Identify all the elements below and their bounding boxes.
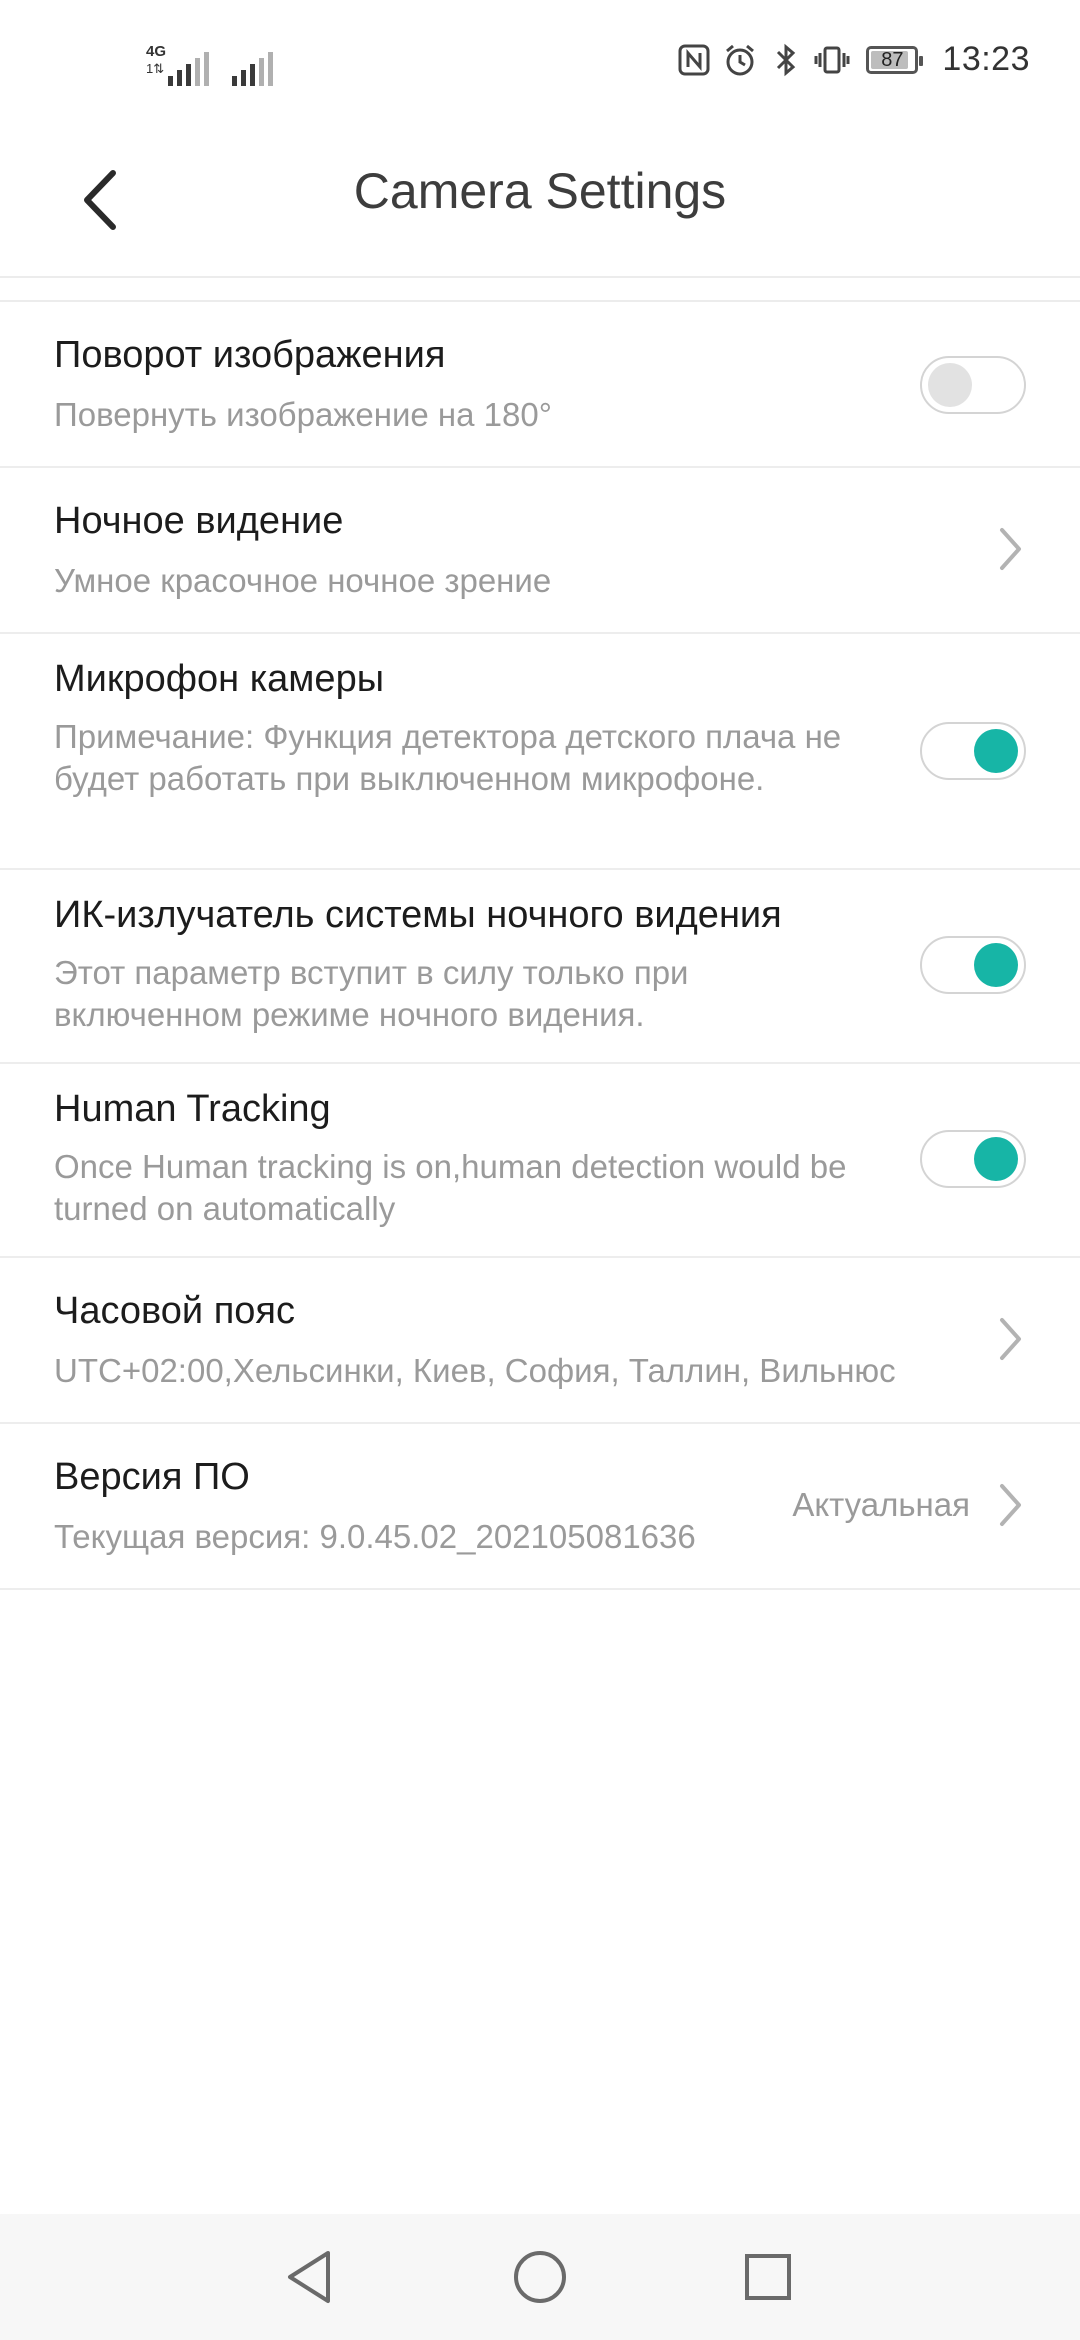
human-tracking-toggle[interactable] (920, 1130, 1026, 1188)
chevron-right-icon (992, 524, 1028, 574)
setting-firmware[interactable]: Версия ПО Текущая версия: 9.0.45.02_2021… (0, 1424, 1080, 1590)
image-rotation-toggle[interactable] (920, 356, 1026, 414)
header-divider (0, 276, 1080, 278)
setting-subtitle: Примечание: Функция детектора детского п… (54, 718, 842, 797)
data-activity-label: 1⇅ (146, 61, 165, 76)
toggle-knob (974, 1137, 1018, 1181)
toggle-knob (928, 363, 972, 407)
setting-image-rotation[interactable]: Поворот изображения Повернуть изображени… (0, 302, 1080, 468)
setting-title: Поворот изображения (54, 334, 446, 376)
system-nav-bar (0, 2214, 1080, 2340)
alarm-icon (722, 42, 758, 78)
sim1-signal: 4G 1⇅ (146, 43, 209, 86)
vibrate-icon (814, 42, 850, 78)
setting-title: Ночное видение (54, 500, 344, 542)
firmware-status-value: Актуальная (792, 1486, 970, 1523)
signal-indicators: 4G 1⇅ (146, 43, 288, 86)
back-triangle-icon (288, 2251, 330, 2303)
clock: 13:23 (942, 40, 1030, 78)
setting-subtitle: UTC+02:00,Хельсинки, Киев, София, Таллин… (54, 1352, 896, 1389)
toggle-knob (974, 729, 1018, 773)
sim2-signal (232, 46, 288, 86)
battery-icon: 87 (866, 45, 924, 74)
setting-ir-emitter[interactable]: ИК-излучатель системы ночного видения Эт… (0, 870, 1080, 1064)
recents-square-icon (745, 2254, 791, 2300)
microphone-toggle[interactable] (920, 722, 1026, 780)
network-type-label: 4G (146, 43, 167, 60)
chevron-right-icon (992, 1480, 1028, 1530)
setting-subtitle: Текущая версия: 9.0.45.02_202105081636 (54, 1518, 696, 1555)
setting-subtitle: Этот параметр вступит в силу только при … (54, 954, 689, 1033)
setting-title: Часовой пояс (54, 1290, 295, 1332)
setting-night-vision[interactable]: Ночное видение Умное красочное ночное зр… (0, 468, 1080, 634)
nav-back-button[interactable] (274, 2242, 344, 2312)
system-indicators: 87 13:23 (676, 40, 1030, 79)
signal-bars-icon (168, 52, 209, 86)
setting-title: Версия ПО (54, 1456, 250, 1498)
toggle-knob (974, 943, 1018, 987)
app-header: Camera Settings (0, 132, 1080, 276)
chevron-right-icon (992, 1314, 1028, 1364)
setting-subtitle: Once Human tracking is on,human detectio… (54, 1148, 847, 1227)
setting-title: Human Tracking (54, 1088, 331, 1130)
status-bar: 4G 1⇅ 87 13:23 (0, 0, 1080, 132)
nav-home-button[interactable] (505, 2242, 575, 2312)
settings-list: Поворот изображения Повернуть изображени… (0, 302, 1080, 1590)
home-circle-icon (514, 2251, 566, 2303)
nfc-icon (676, 42, 712, 78)
setting-title: ИК-излучатель системы ночного видения (54, 894, 782, 936)
setting-subtitle: Умное красочное ночное зрение (54, 562, 552, 599)
nav-recents-button[interactable] (733, 2242, 803, 2312)
setting-human-tracking[interactable]: Human Tracking Once Human tracking is on… (0, 1064, 1080, 1258)
ir-emitter-toggle[interactable] (920, 936, 1026, 994)
setting-title: Микрофон камеры (54, 658, 385, 700)
setting-microphone[interactable]: Микрофон камеры Примечание: Функция дете… (0, 634, 1080, 870)
battery-level-text: 87 (881, 48, 904, 71)
signal-bars-icon (232, 52, 273, 86)
bluetooth-icon (768, 42, 804, 78)
setting-subtitle: Повернуть изображение на 180° (54, 396, 552, 433)
page-title: Camera Settings (353, 163, 727, 219)
setting-time-zone[interactable]: Часовой пояс UTC+02:00,Хельсинки, Киев, … (0, 1258, 1080, 1424)
